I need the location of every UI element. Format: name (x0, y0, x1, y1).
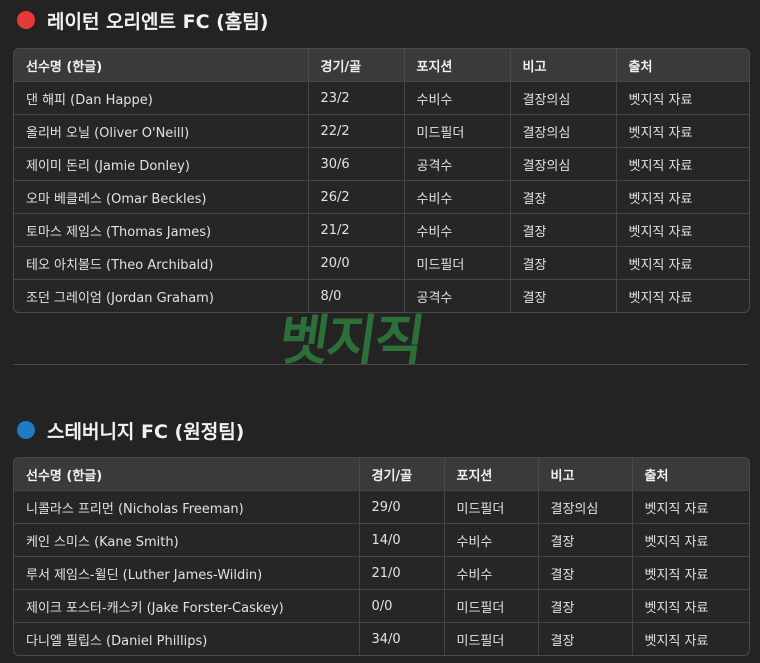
player-name-cell: 루서 제임스-윌딘 (Luther James-Wildin) (14, 556, 360, 590)
position-cell: 미드필더 (404, 246, 511, 280)
apps-goals-cell: 21/0 (359, 556, 445, 590)
source-cell: 벳지직 자료 (616, 114, 749, 148)
table-row: 루서 제임스-윌딘 (Luther James-Wildin) 21/0 수비수 결장… (14, 556, 749, 590)
player-name-cell: 토마스 제임스 (Thomas James) (14, 213, 309, 247)
note-cell: 결장의심 (510, 81, 617, 115)
source-cell: 벳지직 자료 (632, 490, 749, 524)
player-name-cell: 케인 스미스 (Kane Smith) (14, 523, 360, 557)
player-name-cell: 댄 해피 (Dan Happe) (14, 81, 309, 115)
apps-goals-cell: 14/0 (359, 523, 445, 557)
table-row: 토마스 제임스 (Thomas James) 21/2 수비수 결장 벳지직 자료 (14, 213, 749, 247)
position-cell: 수비수 (404, 180, 511, 214)
apps-goals-cell: 29/0 (359, 490, 445, 524)
position-cell: 수비수 (444, 556, 539, 590)
table-row: 오마 베클레스 (Omar Beckles) 26/2 수비수 결장 벳지직 자료 (14, 180, 749, 214)
source-cell: 벳지직 자료 (616, 180, 749, 214)
position-cell: 수비수 (444, 523, 539, 557)
note-cell: 결장 (510, 246, 617, 280)
note-cell: 결장 (538, 589, 633, 623)
player-name-cell: 제이미 돈리 (Jamie Donley) (14, 147, 309, 181)
section-divider (13, 364, 748, 365)
position-header: 포지션 (404, 49, 511, 82)
table-header-row: 선수명 (한글) 경기/골 포지션 비고 출처 (14, 458, 749, 491)
source-header: 출처 (628, 59, 653, 75)
source-cell: 벳지직 자료 (616, 279, 749, 312)
player-name-cell: 제이크 포스터-캐스키 (Jake Forster-Caskey) (14, 589, 360, 623)
note-cell: 결장 (510, 279, 617, 312)
player-name-cell: 다니엘 필립스 (Daniel Phillips) (14, 622, 360, 655)
player-name-cell: 올리버 오닐 (Oliver O'Neill) (14, 114, 309, 148)
position-cell: 미드필더 (444, 490, 539, 524)
position-cell: 미드필더 (444, 589, 539, 623)
source-cell: 벳지직 자료 (616, 81, 749, 115)
player-name-cell: 니콜라스 프리먼 (Nicholas Freeman) (14, 490, 360, 524)
away-team-title: 스테버니지 FC (원정팀) (47, 420, 245, 443)
player-name-header: 선수명 (한글) (14, 458, 360, 491)
apps-goals-cell: 26/2 (308, 180, 405, 214)
position-cell: 미드필더 (404, 114, 511, 148)
position-cell: 미드필더 (444, 622, 539, 655)
table-row: 올리버 오닐 (Oliver O'Neill) 22/2 미드필더 결장의심 벳지직 자… (14, 114, 749, 148)
home-team-title: 레이턴 오리엔트 FC (홈팀) (47, 10, 269, 33)
player-name-cell: 조던 그레이엄 (Jordan Graham) (14, 279, 309, 312)
table-row: 케인 스미스 (Kane Smith) 14/0 수비수 결장 벳지직 자료 (14, 523, 749, 557)
position-cell: 수비수 (404, 81, 511, 115)
player-name-header: 선수명 (한글) (14, 49, 309, 82)
apps-goals-cell: 23/2 (308, 81, 405, 115)
table-header-row: 선수명 (한글) 경기/골 포지션 비고 출처 (14, 49, 749, 82)
table-row: 테오 아치볼드 (Theo Archibald) 20/0 미드필더 결장 벳지직 자료 (14, 246, 749, 280)
table-body: 댄 해피 (Dan Happe) 23/2 수비수 결장의심 벳지직 자료 올리버 오닐 … (14, 81, 749, 312)
source-cell: 벳지직 자료 (616, 246, 749, 280)
note-cell: 결장의심 (510, 114, 617, 148)
apps-goals-header: 경기/골 (308, 49, 405, 82)
position-cell: 수비수 (404, 213, 511, 247)
source-cell: 벳지직 자료 (616, 213, 749, 247)
note-cell: 결장의심 (538, 490, 633, 524)
note-cell: 결장 (510, 213, 617, 247)
source-cell: 벳지직 자료 (632, 622, 749, 655)
apps-goals-cell: 0/0 (359, 589, 445, 623)
apps-goals-header: 경기/골 (359, 458, 445, 491)
note-cell: 결장 (538, 622, 633, 655)
table-row: 다니엘 필립스 (Daniel Phillips) 34/0 미드필더 결장 벳지직 자… (14, 622, 749, 655)
table-row: 제이크 포스터-캐스키 (Jake Forster-Caskey) 0/0 미드필더… (14, 589, 749, 623)
table-row: 댄 해피 (Dan Happe) 23/2 수비수 결장의심 벳지직 자료 (14, 81, 749, 115)
source-header: 출처 (644, 468, 669, 484)
away-team-dot-icon (17, 421, 35, 439)
source-cell: 벳지직 자료 (632, 556, 749, 590)
position-header: 포지션 (444, 458, 539, 491)
apps-goals-cell: 30/6 (308, 147, 405, 181)
player-name-cell: 오마 베클레스 (Omar Beckles) (14, 180, 309, 214)
player-name-cell: 테오 아치볼드 (Theo Archibald) (14, 246, 309, 280)
apps-goals-cell: 20/0 (308, 246, 405, 280)
note-cell: 결장 (538, 556, 633, 590)
apps-goals-cell: 21/2 (308, 213, 405, 247)
apps-goals-cell: 34/0 (359, 622, 445, 655)
note-cell: 결장의심 (510, 147, 617, 181)
away-team-heading: 스테버니지 FC (원정팀) (17, 415, 244, 445)
note-header: 비고 (538, 458, 633, 491)
apps-goals-cell: 22/2 (308, 114, 405, 148)
source-cell: 벳지직 자료 (616, 147, 749, 181)
position-cell: 공격수 (404, 147, 511, 181)
source-cell: 벳지직 자료 (632, 523, 749, 557)
home-team-dot-icon (17, 11, 35, 29)
home-team-table: 선수명 (한글) 경기/골 포지션 비고 출처 댄 해피 (Dan Happe) 23/2… (13, 48, 750, 313)
note-header: 비고 (510, 49, 617, 82)
home-team-heading: 레이턴 오리엔트 FC (홈팀) (17, 5, 268, 35)
note-cell: 결장 (538, 523, 633, 557)
note-cell: 결장 (510, 180, 617, 214)
table-row: 제이미 돈리 (Jamie Donley) 30/6 공격수 결장의심 벳지직 자료 (14, 147, 749, 181)
table-row: 니콜라스 프리먼 (Nicholas Freeman) 29/0 미드필더 결장의심 벳… (14, 490, 749, 524)
away-team-table: 선수명 (한글) 경기/골 포지션 비고 출처 니콜라스 프리먼 (Nicholas F… (13, 457, 750, 656)
table-body: 니콜라스 프리먼 (Nicholas Freeman) 29/0 미드필더 결장의심 벳… (14, 490, 749, 655)
source-cell: 벳지직 자료 (632, 589, 749, 623)
